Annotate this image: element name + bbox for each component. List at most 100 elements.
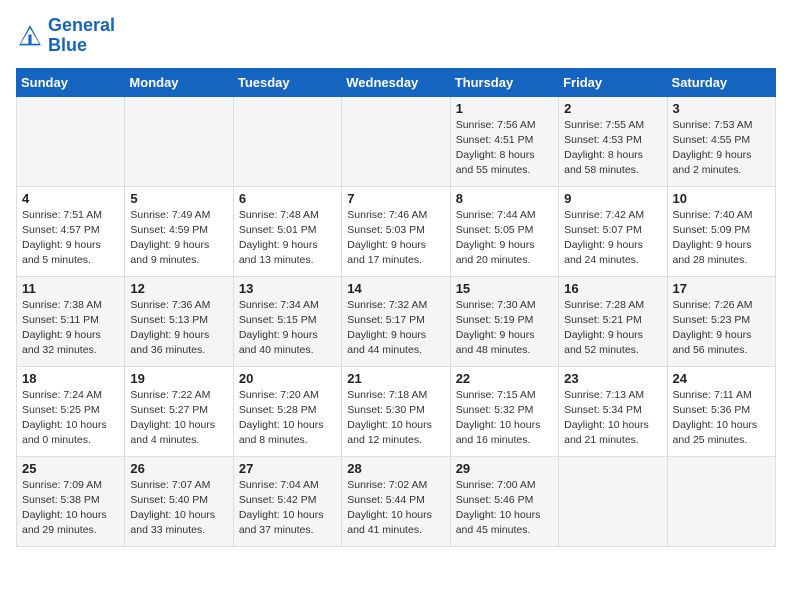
weekday-header-wednesday: Wednesday [342, 68, 450, 96]
calendar-cell [667, 456, 775, 546]
day-number: 14 [347, 281, 444, 296]
day-info: Sunrise: 7:49 AM Sunset: 4:59 PM Dayligh… [130, 208, 227, 269]
weekday-header-saturday: Saturday [667, 68, 775, 96]
day-number: 13 [239, 281, 336, 296]
day-info: Sunrise: 7:02 AM Sunset: 5:44 PM Dayligh… [347, 478, 444, 539]
day-info: Sunrise: 7:48 AM Sunset: 5:01 PM Dayligh… [239, 208, 336, 269]
calendar-cell: 15Sunrise: 7:30 AM Sunset: 5:19 PM Dayli… [450, 276, 558, 366]
day-number: 16 [564, 281, 661, 296]
calendar-cell: 8 Sunrise: 7:44 AM Sunset: 5:05 PM Daylig… [450, 186, 558, 276]
calendar-cell: 23Sunrise: 7:13 AM Sunset: 5:34 PM Dayli… [559, 366, 667, 456]
weekday-header-friday: Friday [559, 68, 667, 96]
calendar-cell: 21 Sunrise: 7:18 AM Sunset: 5:30 PM Dayli… [342, 366, 450, 456]
day-number: 6 [239, 191, 336, 206]
weekday-header-sunday: Sunday [17, 68, 125, 96]
calendar-week-row: 18 Sunrise: 7:24 AM Sunset: 5:25 PM Dayli… [17, 366, 776, 456]
day-number: 27 [239, 461, 336, 476]
day-number: 9 [564, 191, 661, 206]
day-info: Sunrise: 7:30 AM Sunset: 5:19 PM Dayligh… [456, 298, 553, 359]
day-number: 20 [239, 371, 336, 386]
day-info: Sunrise: 7:20 AM Sunset: 5:28 PM Dayligh… [239, 388, 336, 449]
day-number: 8 [456, 191, 553, 206]
day-number: 18 [22, 371, 119, 386]
day-info: Sunrise: 7:51 AM Sunset: 4:57 PM Dayligh… [22, 208, 119, 269]
calendar-cell: 10 Sunrise: 7:40 AM Sunset: 5:09 PM Dayli… [667, 186, 775, 276]
calendar-cell [17, 96, 125, 186]
day-number: 19 [130, 371, 227, 386]
day-number: 28 [347, 461, 444, 476]
calendar-cell: 4 Sunrise: 7:51 AM Sunset: 4:57 PM Daylig… [17, 186, 125, 276]
day-info: Sunrise: 7:09 AM Sunset: 5:38 PM Dayligh… [22, 478, 119, 539]
day-number: 21 [347, 371, 444, 386]
calendar-cell: 3Sunrise: 7:53 AM Sunset: 4:55 PM Daylig… [667, 96, 775, 186]
calendar-cell: 25 Sunrise: 7:09 AM Sunset: 5:38 PM Dayli… [17, 456, 125, 546]
day-info: Sunrise: 7:00 AM Sunset: 5:46 PM Dayligh… [456, 478, 553, 539]
calendar-cell: 12 Sunrise: 7:36 AM Sunset: 5:13 PM Dayli… [125, 276, 233, 366]
day-info: Sunrise: 7:36 AM Sunset: 5:13 PM Dayligh… [130, 298, 227, 359]
calendar-cell [559, 456, 667, 546]
day-info: Sunrise: 7:38 AM Sunset: 5:11 PM Dayligh… [22, 298, 119, 359]
logo: General Blue [16, 16, 115, 56]
calendar-week-row: 4 Sunrise: 7:51 AM Sunset: 4:57 PM Daylig… [17, 186, 776, 276]
day-number: 3 [673, 101, 770, 116]
calendar-cell [342, 96, 450, 186]
day-number: 4 [22, 191, 119, 206]
day-info: Sunrise: 7:18 AM Sunset: 5:30 PM Dayligh… [347, 388, 444, 449]
calendar-cell: 29Sunrise: 7:00 AM Sunset: 5:46 PM Dayli… [450, 456, 558, 546]
weekday-header-tuesday: Tuesday [233, 68, 341, 96]
day-info: Sunrise: 7:07 AM Sunset: 5:40 PM Dayligh… [130, 478, 227, 539]
logo-text: General Blue [48, 16, 115, 56]
calendar-cell: 9 Sunrise: 7:42 AM Sunset: 5:07 PM Daylig… [559, 186, 667, 276]
day-number: 12 [130, 281, 227, 296]
calendar-cell: 20 Sunrise: 7:20 AM Sunset: 5:28 PM Dayli… [233, 366, 341, 456]
calendar-table: SundayMondayTuesdayWednesdayThursdayFrid… [16, 68, 776, 547]
page-header: General Blue [16, 16, 776, 56]
day-info: Sunrise: 7:34 AM Sunset: 5:15 PM Dayligh… [239, 298, 336, 359]
day-info: Sunrise: 7:32 AM Sunset: 5:17 PM Dayligh… [347, 298, 444, 359]
calendar-cell: 18 Sunrise: 7:24 AM Sunset: 5:25 PM Dayli… [17, 366, 125, 456]
day-number: 7 [347, 191, 444, 206]
day-info: Sunrise: 7:15 AM Sunset: 5:32 PM Dayligh… [456, 388, 553, 449]
day-info: Sunrise: 7:46 AM Sunset: 5:03 PM Dayligh… [347, 208, 444, 269]
day-number: 25 [22, 461, 119, 476]
day-info: Sunrise: 7:24 AM Sunset: 5:25 PM Dayligh… [22, 388, 119, 449]
calendar-cell: 26 Sunrise: 7:07 AM Sunset: 5:40 PM Dayli… [125, 456, 233, 546]
calendar-cell: 2 Sunrise: 7:55 AM Sunset: 4:53 PM Daylig… [559, 96, 667, 186]
day-info: Sunrise: 7:11 AM Sunset: 5:36 PM Dayligh… [673, 388, 770, 449]
calendar-cell: 22 Sunrise: 7:15 AM Sunset: 5:32 PM Dayli… [450, 366, 558, 456]
calendar-cell: 7 Sunrise: 7:46 AM Sunset: 5:03 PM Daylig… [342, 186, 450, 276]
calendar-cell: 5 Sunrise: 7:49 AM Sunset: 4:59 PM Daylig… [125, 186, 233, 276]
weekday-header-thursday: Thursday [450, 68, 558, 96]
calendar-cell: 16 Sunrise: 7:28 AM Sunset: 5:21 PM Dayli… [559, 276, 667, 366]
calendar-cell: 1 Sunrise: 7:56 AM Sunset: 4:51 PM Daylig… [450, 96, 558, 186]
calendar-cell: 14 Sunrise: 7:32 AM Sunset: 5:17 PM Dayli… [342, 276, 450, 366]
calendar-week-row: 25 Sunrise: 7:09 AM Sunset: 5:38 PM Dayli… [17, 456, 776, 546]
day-number: 22 [456, 371, 553, 386]
day-number: 10 [673, 191, 770, 206]
logo-icon [16, 22, 44, 50]
day-number: 24 [673, 371, 770, 386]
day-info: Sunrise: 7:56 AM Sunset: 4:51 PM Dayligh… [456, 118, 553, 179]
day-number: 5 [130, 191, 227, 206]
calendar-cell: 28 Sunrise: 7:02 AM Sunset: 5:44 PM Dayli… [342, 456, 450, 546]
day-info: Sunrise: 7:44 AM Sunset: 5:05 PM Dayligh… [456, 208, 553, 269]
day-info: Sunrise: 7:26 AM Sunset: 5:23 PM Dayligh… [673, 298, 770, 359]
day-number: 2 [564, 101, 661, 116]
day-info: Sunrise: 7:04 AM Sunset: 5:42 PM Dayligh… [239, 478, 336, 539]
weekday-header-row: SundayMondayTuesdayWednesdayThursdayFrid… [17, 68, 776, 96]
day-number: 11 [22, 281, 119, 296]
calendar-cell: 13 Sunrise: 7:34 AM Sunset: 5:15 PM Dayli… [233, 276, 341, 366]
day-number: 1 [456, 101, 553, 116]
weekday-header-monday: Monday [125, 68, 233, 96]
day-info: Sunrise: 7:22 AM Sunset: 5:27 PM Dayligh… [130, 388, 227, 449]
calendar-cell [125, 96, 233, 186]
day-number: 26 [130, 461, 227, 476]
calendar-cell: 17Sunrise: 7:26 AM Sunset: 5:23 PM Dayli… [667, 276, 775, 366]
day-number: 23 [564, 371, 661, 386]
day-info: Sunrise: 7:42 AM Sunset: 5:07 PM Dayligh… [564, 208, 661, 269]
calendar-cell [233, 96, 341, 186]
calendar-week-row: 11 Sunrise: 7:38 AM Sunset: 5:11 PM Dayli… [17, 276, 776, 366]
day-info: Sunrise: 7:55 AM Sunset: 4:53 PM Dayligh… [564, 118, 661, 179]
day-info: Sunrise: 7:28 AM Sunset: 5:21 PM Dayligh… [564, 298, 661, 359]
day-info: Sunrise: 7:40 AM Sunset: 5:09 PM Dayligh… [673, 208, 770, 269]
